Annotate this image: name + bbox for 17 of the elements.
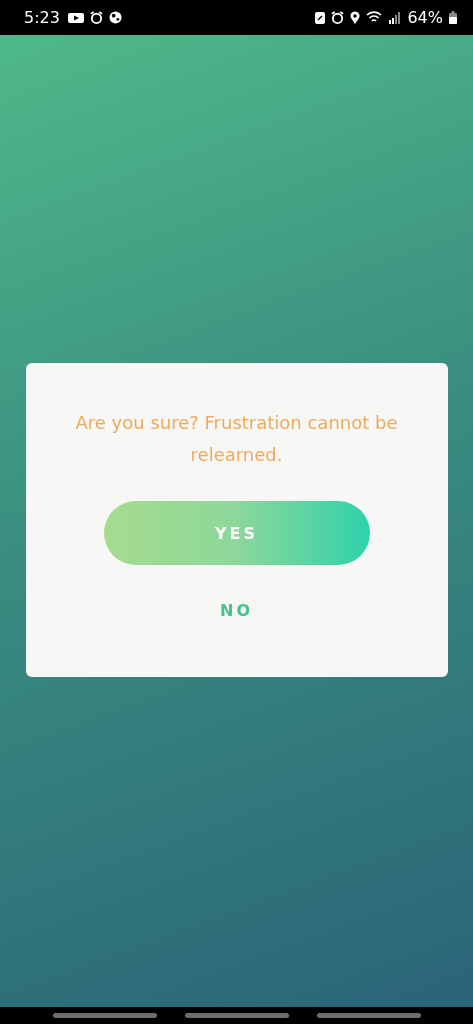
cancel-button[interactable]: NO xyxy=(212,597,261,624)
alarm-icon xyxy=(89,11,103,24)
signal-icon xyxy=(389,11,402,24)
status-time: 5:23 xyxy=(24,8,60,27)
battery-icon xyxy=(449,11,457,24)
dialog-message: Are you sure? Frustration cannot be relearned. xyxy=(74,411,399,467)
home-bar[interactable] xyxy=(184,1013,289,1018)
app-icon xyxy=(108,11,122,24)
back-bar[interactable] xyxy=(316,1013,421,1018)
location-icon xyxy=(350,11,361,24)
battery-saver-icon xyxy=(315,11,326,24)
alarm-icon xyxy=(331,11,345,24)
confirm-button[interactable]: YES xyxy=(103,501,370,565)
video-icon xyxy=(67,11,84,24)
wifi-icon xyxy=(366,11,384,24)
battery-percentage: 64% xyxy=(407,8,443,27)
recent-apps-bar[interactable] xyxy=(52,1013,157,1018)
